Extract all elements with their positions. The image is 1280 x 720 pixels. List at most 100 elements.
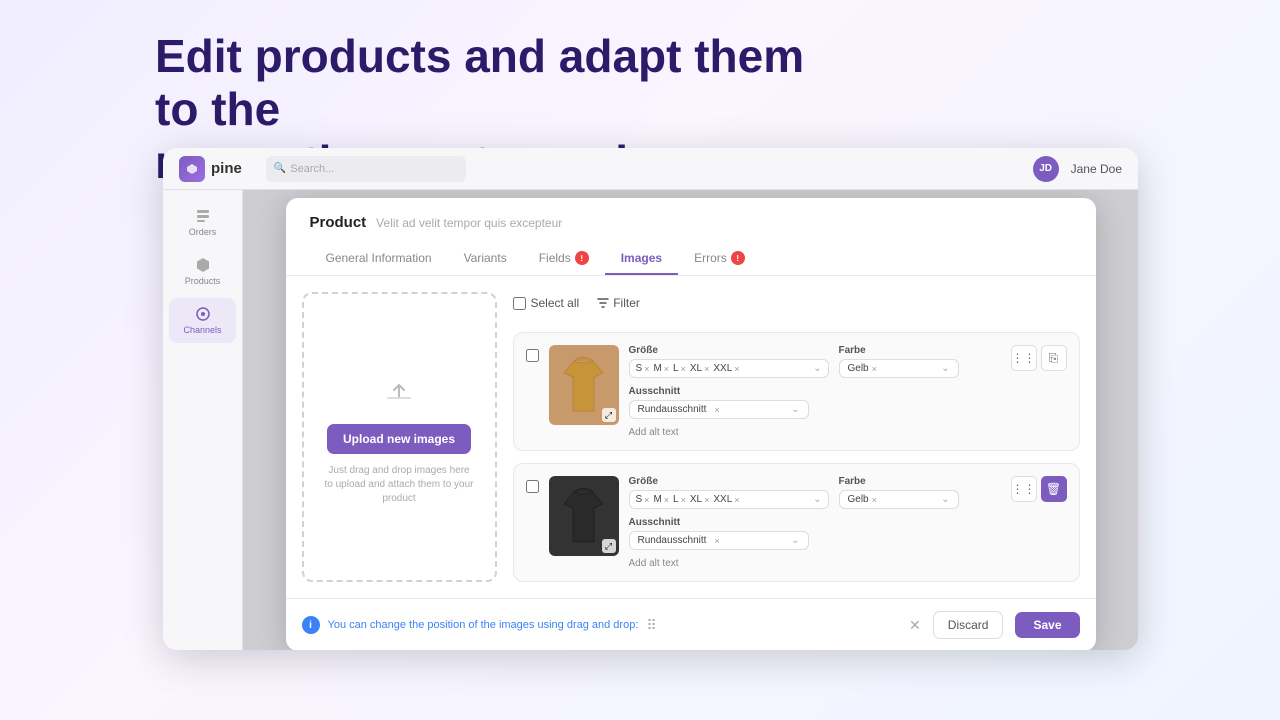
logo-icon [179, 156, 205, 182]
product-card: ⤢ Größe S × M × [513, 332, 1080, 451]
product-2-field-row: Größe S × M × L × XL × XXL × ⌄ [629, 476, 1067, 509]
product-2-ausschnitt-row: Ausschnitt Rundausschnitt × ⌄ [629, 517, 1067, 550]
tab-fields[interactable]: Fields ! [523, 243, 605, 275]
tab-variants[interactable]: Variants [448, 243, 523, 275]
search-bar[interactable]: 🔍 Search... [266, 156, 466, 182]
product-card-2: ⤢ Größe S × M × [513, 463, 1080, 582]
filter-button[interactable]: Filter [589, 292, 648, 314]
filter-label: Filter [613, 296, 640, 310]
tag-l-remove[interactable]: × [681, 364, 686, 374]
tab-general-information[interactable]: General Information [310, 243, 448, 275]
fields-badge: ! [575, 251, 589, 265]
sidebar-orders-label: Orders [189, 227, 217, 237]
select-all-checkbox[interactable]: Select all [513, 296, 580, 310]
expand-icon-2[interactable]: ⤢ [602, 539, 616, 553]
size-field-group: Größe S × M × L × XL × XXL × ⌄ [629, 345, 829, 378]
sidebar-item-products[interactable]: Products [169, 249, 236, 294]
upload-icon [379, 369, 419, 414]
add-alt-text-1[interactable]: Add alt text [629, 427, 1067, 438]
list-toolbar: Select all Filter [513, 292, 1080, 314]
product-1-more-button[interactable]: ⋮⋮ [1011, 345, 1037, 371]
product-2-thumbnail: ⤢ [549, 476, 619, 556]
modal: Product Velit ad velit tempor quis excep… [286, 198, 1096, 650]
ausschnitt-label: Ausschnitt [629, 386, 809, 397]
modal-title-row: Product Velit ad velit tempor quis excep… [310, 214, 1072, 231]
app-logo: pine [179, 156, 242, 182]
product-2-delete-button[interactable]: 🗑 [1041, 476, 1067, 502]
farbe-arrow-2[interactable]: ⌄ [941, 494, 949, 505]
ausschnitt-value-2: Rundausschnitt [638, 535, 707, 546]
tag-m: M × [653, 363, 669, 374]
sidebar-channels-label: Channels [183, 325, 221, 335]
product-1-copy-button[interactable]: ⎘ [1041, 345, 1067, 371]
select-all-input[interactable] [513, 297, 526, 310]
search-placeholder: Search... [290, 163, 334, 175]
tag-m-remove[interactable]: × [664, 364, 669, 374]
modal-body: Upload new images Just drag and drop ima… [286, 276, 1096, 598]
ausschnitt-arrow-2[interactable]: ⌄ [791, 535, 799, 546]
product-list: Select all Filter [513, 292, 1080, 582]
footer-info-bar: i You can change the position of the ima… [302, 616, 898, 634]
farbe-tag-field[interactable]: Gelb × ⌄ [839, 359, 959, 378]
size-label-2: Größe [629, 476, 829, 487]
farbe-label-2: Farbe [839, 476, 959, 487]
sidebar-item-orders[interactable]: Orders [169, 200, 236, 245]
farbe-remove[interactable]: × [872, 364, 877, 374]
size-dropdown-arrow[interactable]: ⌄ [813, 363, 821, 374]
product-1-thumbnail: ⤢ [549, 345, 619, 425]
tag-xxl-2: XXL × [713, 494, 739, 505]
size-tag-field[interactable]: S × M × L × XL × XXL × ⌄ [629, 359, 829, 378]
upload-new-images-button[interactable]: Upload new images [327, 424, 471, 454]
tab-errors[interactable]: Errors ! [678, 243, 761, 275]
sidebar: Orders Products Channels [163, 190, 243, 650]
product-1-checkbox[interactable] [526, 349, 539, 362]
ausschnitt-remove[interactable]: × [714, 405, 719, 415]
ausschnitt-remove-2[interactable]: × [714, 536, 719, 546]
product-2-checkbox[interactable] [526, 480, 539, 493]
headline-line1: Edit products and adapt them to the [155, 30, 804, 135]
tag-xl-remove[interactable]: × [704, 364, 709, 374]
size-dropdown-arrow-2[interactable]: ⌄ [813, 494, 821, 505]
discard-button[interactable]: Discard [933, 611, 1004, 639]
ausschnitt-field-group: Ausschnitt Rundausschnitt × ⌄ [629, 386, 809, 419]
tag-xxl-remove[interactable]: × [734, 364, 739, 374]
product-2-more-button[interactable]: ⋮⋮ [1011, 476, 1037, 502]
upload-hint: Just drag and drop images here to upload… [324, 464, 475, 506]
farbe-remove-2[interactable]: × [872, 495, 877, 505]
app-name: pine [211, 160, 242, 177]
footer-close-button[interactable]: ✕ [909, 617, 921, 634]
farbe-field-group: Farbe Gelb × ⌄ [839, 345, 959, 378]
sidebar-item-channels[interactable]: Channels [169, 298, 236, 343]
select-all-label: Select all [531, 296, 580, 310]
modal-title: Product [310, 214, 367, 231]
size-tag-field-2[interactable]: S × M × L × XL × XXL × ⌄ [629, 490, 829, 509]
tag-m-2: M × [653, 494, 669, 505]
tag-s-remove[interactable]: × [644, 364, 649, 374]
expand-icon[interactable]: ⤢ [602, 408, 616, 422]
product-1-fields: Größe S × M × L × XL × XXL × ⌄ [629, 345, 1067, 438]
sidebar-products-label: Products [185, 276, 221, 286]
tag-xxl: XXL × [713, 363, 739, 374]
ausschnitt-field[interactable]: Rundausschnitt × ⌄ [629, 400, 809, 419]
tab-images[interactable]: Images [605, 243, 678, 275]
farbe-field-group-2: Farbe Gelb × ⌄ [839, 476, 959, 509]
app-window: pine 🔍 Search... JD Jane Doe Orders [163, 148, 1138, 650]
app-body: Orders Products Channels [163, 190, 1138, 650]
farbe-value-2: Gelb × [848, 494, 877, 505]
size-label: Größe [629, 345, 829, 356]
product-1-ausschnitt-row: Ausschnitt Rundausschnitt × ⌄ [629, 386, 1067, 419]
modal-header: Product Velit ad velit tempor quis excep… [286, 198, 1096, 276]
save-button[interactable]: Save [1015, 612, 1079, 638]
ausschnitt-arrow[interactable]: ⌄ [791, 404, 799, 415]
add-alt-text-2[interactable]: Add alt text [629, 558, 1067, 569]
ausschnitt-label-2: Ausschnitt [629, 517, 809, 528]
farbe-arrow[interactable]: ⌄ [941, 363, 949, 374]
modal-tabs: General Information Variants Fields ! Im… [310, 243, 1072, 275]
product-1-field-row: Größe S × M × L × XL × XXL × ⌄ [629, 345, 1067, 378]
farbe-value: Gelb × [848, 363, 877, 374]
product-2-fields: Größe S × M × L × XL × XXL × ⌄ [629, 476, 1067, 569]
ausschnitt-field-2[interactable]: Rundausschnitt × ⌄ [629, 531, 809, 550]
modal-subtitle: Velit ad velit tempor quis excepteur [376, 216, 562, 230]
tag-s: S × [636, 363, 650, 374]
farbe-tag-field-2[interactable]: Gelb × ⌄ [839, 490, 959, 509]
